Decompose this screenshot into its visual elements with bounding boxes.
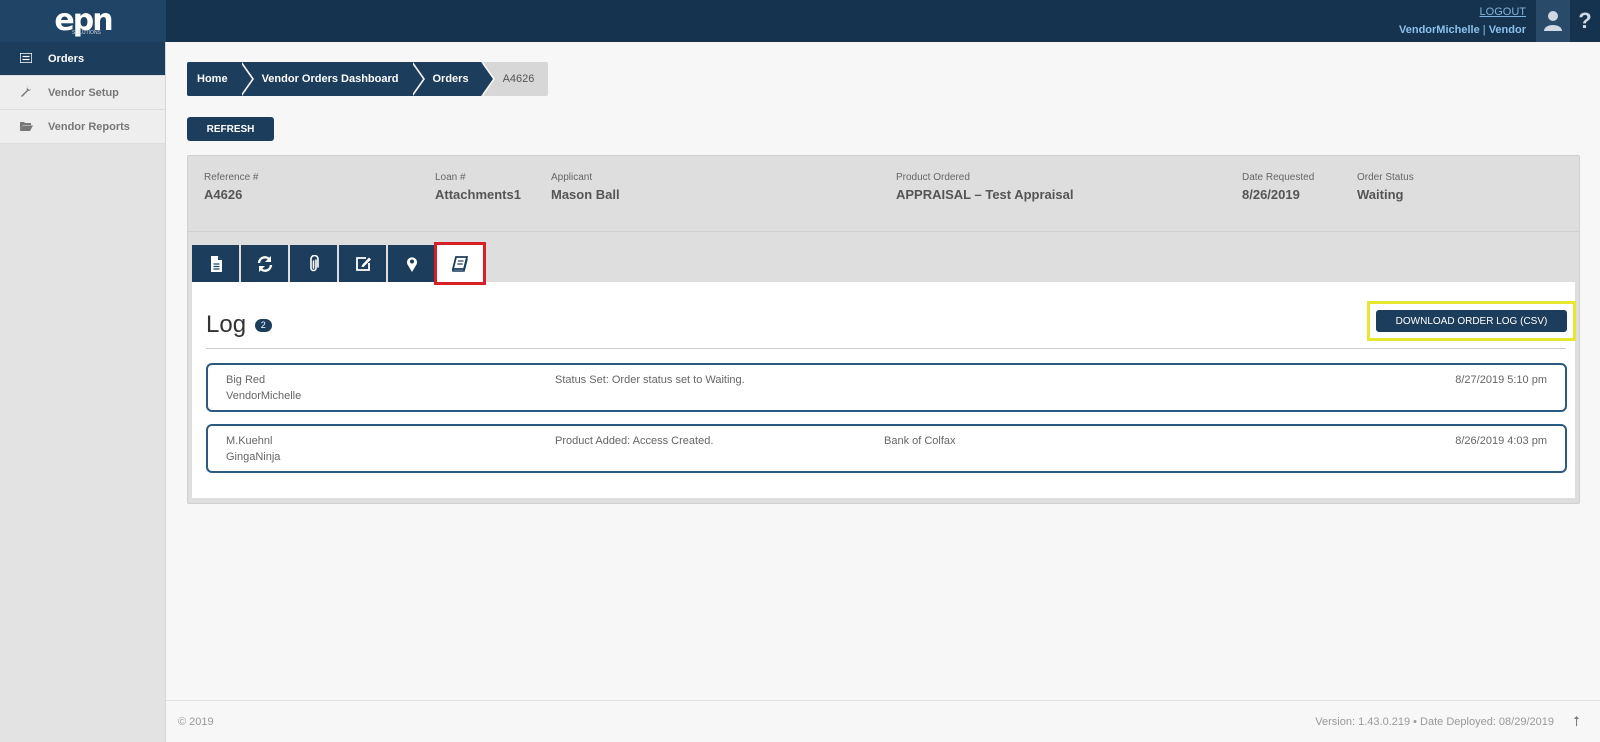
help-icon[interactable]: ? xyxy=(1570,0,1600,42)
sidebar-item-label: Orders xyxy=(48,52,85,65)
sidebar-item-orders[interactable]: Orders xyxy=(0,42,165,76)
breadcrumb-vendor-orders-dashboard[interactable]: Vendor Orders Dashboard xyxy=(239,62,425,96)
top-bar: epn SOLUTIONS LOGOUT VendorMichelle | Ve… xyxy=(0,0,1600,42)
order-panel: Reference # A4626 Loan # Attachments1 Ap… xyxy=(187,155,1580,504)
document-icon xyxy=(210,255,222,272)
date-requested-label: Date Requested xyxy=(1242,172,1315,183)
sidebar: Orders Vendor Setup Vendor Reports xyxy=(0,42,166,742)
user-info: VendorMichelle | Vendor xyxy=(1399,24,1526,36)
tab-location[interactable] xyxy=(388,245,435,282)
paperclip-icon xyxy=(309,254,319,271)
product-value: APPRAISAL – Test Appraisal xyxy=(896,187,1074,202)
download-order-log-button[interactable]: DOWNLOAD ORDER LOG (CSV) xyxy=(1376,310,1567,332)
refresh-icon xyxy=(257,255,272,272)
log-title-text: Log xyxy=(206,311,247,338)
order-tabs xyxy=(192,242,486,285)
footer: © 2019 Version: 1.43.0.219 • Date Deploy… xyxy=(166,700,1600,742)
tab-notes[interactable] xyxy=(339,245,386,282)
copyright: © 2019 xyxy=(178,716,214,728)
log-entry-message: Status Set: Order status set to Waiting. xyxy=(555,374,745,386)
breadcrumb-home[interactable]: Home xyxy=(187,62,254,96)
tab-details[interactable] xyxy=(192,245,239,282)
sidebar-item-label: Vendor Setup xyxy=(48,86,119,99)
applicant-field: Applicant Mason Ball xyxy=(551,172,620,202)
log-entry-account: VendorMichelle xyxy=(226,390,302,402)
log-entry-user: Big Red xyxy=(226,374,266,386)
user-area: LOGOUT VendorMichelle | Vendor xyxy=(1399,6,1526,36)
version-info: Version: 1.43.0.219 • Date Deployed: 08/… xyxy=(1315,716,1554,728)
scroll-top-icon[interactable]: ⭡ xyxy=(1573,713,1580,730)
applicant-label: Applicant xyxy=(551,172,593,183)
user-role: Vendor xyxy=(1488,24,1526,36)
username: VendorMichelle xyxy=(1399,24,1480,36)
date-requested-value: 8/26/2019 xyxy=(1242,187,1300,202)
tab-status[interactable] xyxy=(241,245,288,282)
log-entry: M.Kuehnl GingaNinja Product Added: Acces… xyxy=(206,424,1567,473)
applicant-value: Mason Ball xyxy=(551,187,620,202)
log-entry: Big Red VendorMichelle Status Set: Order… xyxy=(206,363,1567,412)
edit-icon xyxy=(355,256,371,271)
log-title: Log 2 xyxy=(206,311,272,339)
book-icon xyxy=(451,255,469,272)
sidebar-item-vendor-setup[interactable]: Vendor Setup xyxy=(0,76,165,110)
sidebar-item-label: Vendor Reports xyxy=(48,120,130,133)
log-entry-timestamp: 8/27/2019 5:10 pm xyxy=(1455,374,1547,386)
loan-label: Loan # xyxy=(435,172,466,183)
log-entry-message: Product Added: Access Created. xyxy=(555,435,714,447)
logout-link[interactable]: LOGOUT xyxy=(1399,6,1526,18)
wrench-icon xyxy=(20,85,48,100)
user-separator: | xyxy=(1482,24,1486,36)
map-pin-icon xyxy=(406,256,417,272)
log-entry-user: M.Kuehnl xyxy=(226,435,273,447)
breadcrumb: Home Vendor Orders Dashboard Orders A462… xyxy=(187,62,549,96)
user-profile-icon[interactable] xyxy=(1536,0,1570,42)
loan-field: Loan # Attachments1 xyxy=(435,172,521,202)
reference-value: A4626 xyxy=(204,187,243,202)
download-highlight: DOWNLOAD ORDER LOG (CSV) xyxy=(1367,301,1576,341)
tab-attachments[interactable] xyxy=(290,245,337,282)
date-requested-field: Date Requested 8/26/2019 xyxy=(1242,172,1314,202)
log-count-badge: 2 xyxy=(254,319,272,333)
product-field: Product Ordered APPRAISAL – Test Apprais… xyxy=(896,172,1073,202)
list-icon xyxy=(19,51,48,66)
folder-icon xyxy=(20,120,48,134)
loan-value: Attachments1 xyxy=(435,187,521,202)
product-label: Product Ordered xyxy=(896,172,970,183)
log-entry-account: GingaNinja xyxy=(226,451,281,463)
logo[interactable]: epn SOLUTIONS xyxy=(0,0,166,42)
order-status-label: Order Status xyxy=(1357,172,1414,183)
info-divider xyxy=(188,231,1579,232)
reference-field: Reference # A4626 xyxy=(204,172,258,202)
log-entry-timestamp: 8/26/2019 4:03 pm xyxy=(1455,435,1547,447)
log-divider xyxy=(206,348,1566,349)
reference-label: Reference # xyxy=(204,172,259,183)
logo-subtext: SOLUTIONS xyxy=(72,30,101,36)
tab-log[interactable] xyxy=(434,242,486,285)
log-section: Log 2 DOWNLOAD ORDER LOG (CSV) Big Red V… xyxy=(192,282,1576,498)
order-status-field: Order Status Waiting xyxy=(1357,172,1414,202)
log-entry-extra: Bank of Colfax xyxy=(884,435,956,447)
sidebar-item-vendor-reports[interactable]: Vendor Reports xyxy=(0,110,165,144)
order-status-value: Waiting xyxy=(1357,187,1404,202)
refresh-button[interactable]: REFRESH xyxy=(187,117,274,141)
